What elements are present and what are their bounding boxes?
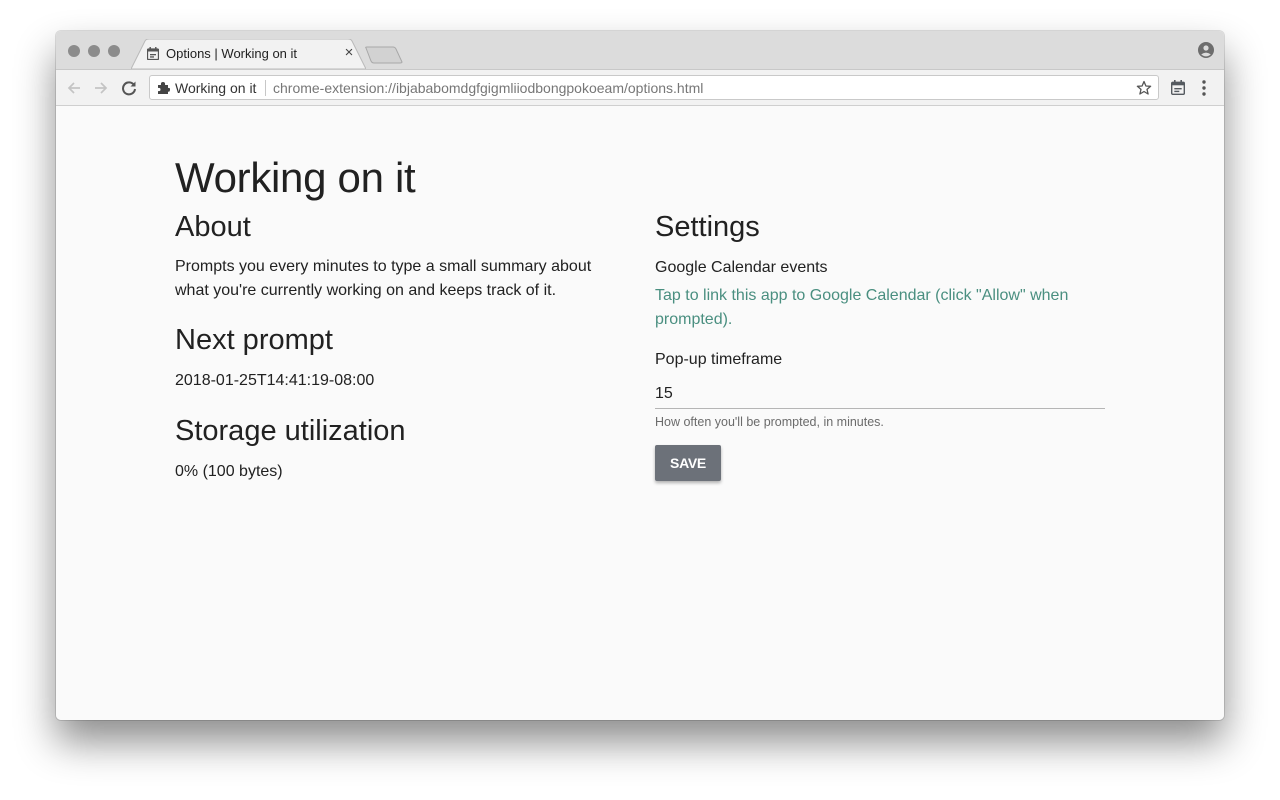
browser-window: Options | Working on it × Working on it xyxy=(56,31,1224,720)
zoom-window-button[interactable] xyxy=(108,45,120,57)
address-bar[interactable]: Working on it chrome-extension://ibjabab… xyxy=(149,75,1159,100)
site-name: Working on it xyxy=(175,80,257,96)
calendar-label: Google Calendar events xyxy=(655,259,828,276)
link-google-calendar-link[interactable]: Tap to link this app to Google Calendar … xyxy=(655,284,1105,332)
calendar-icon xyxy=(147,47,159,60)
tab-title: Options | Working on it xyxy=(166,46,298,61)
url-text[interactable]: chrome-extension://ibjababomdgfgigmliiod… xyxy=(273,80,703,96)
popup-timeframe-input[interactable] xyxy=(655,380,1105,409)
next-prompt-value: 2018-01-25T14:41:19-08:00 xyxy=(175,372,375,389)
tab-options[interactable]: Options | Working on it × xyxy=(131,39,366,69)
reload-icon[interactable] xyxy=(120,79,138,97)
about-heading: About xyxy=(175,211,251,243)
profile-icon[interactable] xyxy=(1198,42,1214,58)
address-separator xyxy=(265,80,266,96)
info-column: About Prompts you every minutes to type … xyxy=(175,208,635,484)
page-title: Working on it xyxy=(175,154,416,201)
minimize-window-button[interactable] xyxy=(88,45,100,57)
options-page: Working on it About Prompts you every mi… xyxy=(56,106,1224,720)
settings-column: Settings Google Calendar events Tap to l… xyxy=(655,208,1105,481)
next-prompt-heading: Next prompt xyxy=(175,324,333,356)
browser-toolbar: Working on it chrome-extension://ibjabab… xyxy=(56,69,1224,106)
calendar-extension-icon[interactable] xyxy=(1171,80,1185,95)
popup-timeframe-label: Pop-up timeframe xyxy=(655,351,783,368)
popup-timeframe-helper: How often you'll be prompted, in minutes… xyxy=(655,415,884,429)
star-icon[interactable] xyxy=(1136,80,1152,96)
storage-value: 0% (100 bytes) xyxy=(175,463,283,480)
storage-heading: Storage utilization xyxy=(175,415,406,447)
puzzle-piece-icon xyxy=(158,82,170,94)
close-tab-icon[interactable]: × xyxy=(342,44,356,62)
close-window-button[interactable] xyxy=(68,45,80,57)
more-vert-icon[interactable] xyxy=(1201,79,1207,97)
title-bar: Options | Working on it × xyxy=(56,31,1224,69)
save-button[interactable]: SAVE xyxy=(655,445,721,481)
about-text: Prompts you every minutes to type a smal… xyxy=(175,258,592,299)
back-arrow-icon[interactable] xyxy=(65,79,83,97)
new-tab-button[interactable] xyxy=(365,46,403,64)
settings-heading: Settings xyxy=(655,211,760,243)
forward-arrow-icon[interactable] xyxy=(92,79,110,97)
